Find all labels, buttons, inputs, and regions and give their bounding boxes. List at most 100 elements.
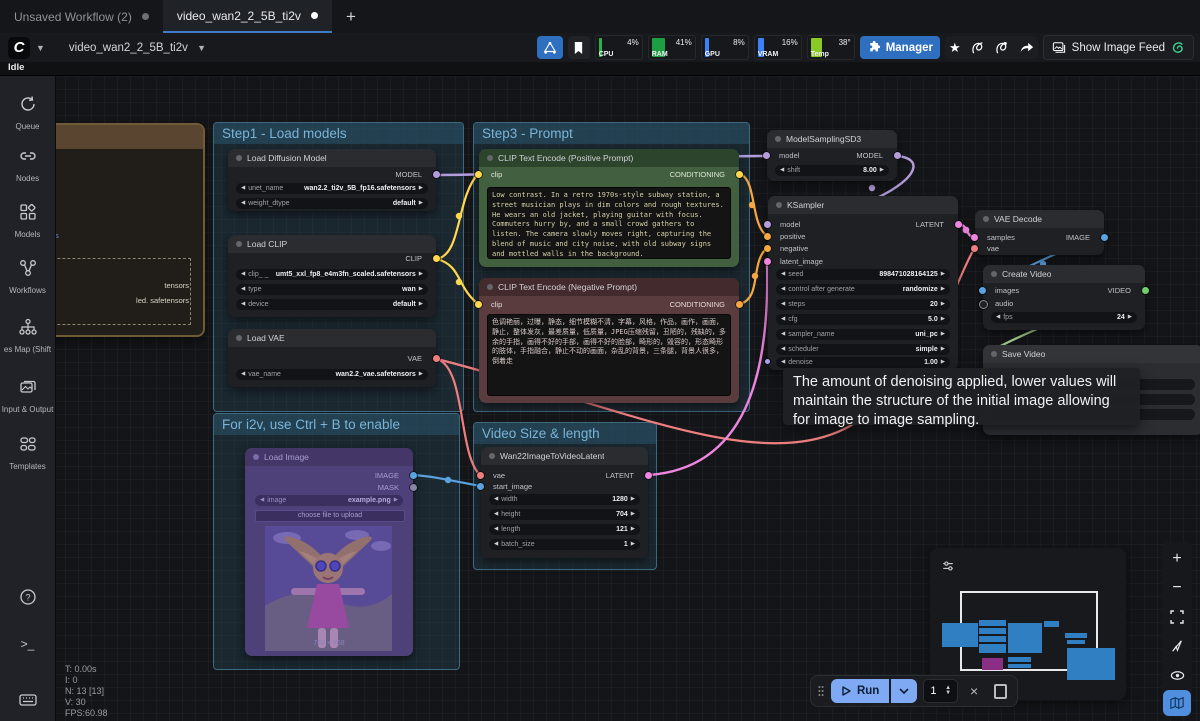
socket-clip-in[interactable]: [475, 301, 482, 308]
arrow-right-icon[interactable]: ▶: [941, 272, 945, 278]
sidebar-item-templates[interactable]: Templates: [0, 434, 55, 471]
socket-image-out[interactable]: [410, 472, 417, 479]
show-image-feed-button[interactable]: Show Image Feed: [1043, 35, 1194, 60]
widget-seed[interactable]: ◀ seed 898471028164125 ▶: [776, 269, 950, 280]
socket-model-in[interactable]: [764, 221, 771, 228]
widget-scheduler[interactable]: ◀ scheduler simple ▶: [776, 344, 950, 355]
widget-cfg[interactable]: ◀ cfg 5.0 ▶: [776, 314, 950, 325]
socket-audio-in[interactable]: [979, 300, 988, 309]
arrow-left-icon[interactable]: ◀: [781, 317, 785, 323]
arrow-right-icon[interactable]: ▶: [941, 360, 945, 366]
positive-prompt-textarea[interactable]: Low contrast. In a retro 1970s-style sub…: [487, 187, 731, 259]
image-preview[interactable]: [265, 526, 392, 651]
arrow-left-icon[interactable]: ◀: [241, 201, 245, 207]
arrow-right-icon[interactable]: ▶: [880, 168, 884, 174]
lasso-icon[interactable]: [971, 40, 985, 55]
arrow-right-icon[interactable]: ▶: [941, 332, 945, 338]
arrow-right-icon[interactable]: ▶: [419, 186, 423, 192]
arrow-left-icon[interactable]: ◀: [996, 315, 1000, 321]
socket-vae-in[interactable]: [477, 472, 484, 479]
sidebar-item-input-output[interactable]: Input & Output: [0, 377, 55, 414]
node-clip-text-encode-negative[interactable]: CLIP Text Encode (Negative Prompt) clip …: [479, 278, 739, 403]
comfyui-logo[interactable]: C: [8, 37, 30, 59]
run-button[interactable]: Run: [831, 679, 889, 703]
widget-batch-size[interactable]: ◀ batch_size 1 ▶: [489, 539, 640, 550]
widget-sampler-name[interactable]: ◀ sampler_name uni_pc ▶: [776, 329, 950, 340]
arrow-right-icon[interactable]: ▶: [419, 302, 423, 308]
node-collapse-dot[interactable]: [236, 335, 242, 341]
bookmark-button[interactable]: [568, 36, 590, 59]
node-collapse-dot[interactable]: [236, 155, 242, 161]
arrow-left-icon[interactable]: ◀: [781, 287, 785, 293]
arrow-right-icon[interactable]: ▶: [941, 317, 945, 323]
socket-model-out[interactable]: [894, 152, 901, 159]
node-wan22-image-to-video-latent[interactable]: Wan22ImageToVideoLatent vae start_image …: [481, 447, 648, 558]
arrow-left-icon[interactable]: ◀: [241, 302, 245, 308]
node-load-diffusion-model[interactable]: Load Diffusion Model MODEL ◀ unet_name w…: [228, 149, 436, 211]
node-collapse-dot[interactable]: [236, 241, 242, 247]
arrow-left-icon[interactable]: ◀: [494, 497, 498, 503]
arrow-left-icon[interactable]: ◀: [241, 372, 245, 378]
tab-unsaved-workflow[interactable]: Unsaved Workflow (2): [0, 0, 163, 33]
socket-start-image-in[interactable]: [477, 483, 484, 490]
widget-length[interactable]: ◀ length 121 ▶: [489, 524, 640, 535]
batch-count-input[interactable]: 1 ▲▼: [923, 679, 958, 703]
arrow-right-icon[interactable]: ▶: [419, 201, 423, 207]
node-collapse-dot[interactable]: [253, 454, 259, 460]
upload-button[interactable]: choose file to upload: [255, 510, 405, 522]
shortcuts-button[interactable]: [0, 690, 55, 715]
sidebar-item-models[interactable]: Models: [0, 202, 55, 239]
sidebar-item-nodes[interactable]: Nodes: [0, 146, 55, 183]
zoom-out-button[interactable]: −: [1163, 575, 1191, 601]
arrow-left-icon[interactable]: ◀: [241, 272, 245, 278]
arrow-left-icon[interactable]: ◀: [780, 168, 784, 174]
widget-device[interactable]: ◀ device default ▶: [236, 299, 428, 310]
socket-images-in[interactable]: [979, 287, 986, 294]
node-load-vae[interactable]: Load VAE VAE ◀ vae_name wan2.2_vae.safet…: [228, 329, 436, 387]
arrow-right-icon[interactable]: ▶: [631, 497, 635, 503]
node-collapse-dot[interactable]: [489, 453, 495, 459]
socket-model-out[interactable]: [433, 171, 440, 178]
unsaved-indicator-dot[interactable]: [311, 12, 318, 19]
arrow-left-icon[interactable]: ◀: [494, 527, 498, 533]
arrow-right-icon[interactable]: ▶: [631, 512, 635, 518]
socket-positive-in[interactable]: [764, 233, 771, 240]
tab-video-wan[interactable]: video_wan2_2_5B_ti2v: [163, 0, 332, 33]
socket-model-in[interactable]: [763, 152, 770, 159]
arrow-left-icon[interactable]: ◀: [494, 542, 498, 548]
socket-vae-in[interactable]: [971, 245, 978, 252]
chevron-down-icon[interactable]: ▼: [36, 43, 45, 53]
arrow-right-icon[interactable]: ▶: [419, 287, 423, 293]
node-load-image-bypassed[interactable]: Load Image IMAGE MASK ◀ image example.pn…: [245, 448, 413, 656]
arrow-left-icon[interactable]: ◀: [241, 287, 245, 293]
minimap-settings-icon[interactable]: [940, 558, 956, 574]
workflow-name[interactable]: video_wan2_2_5B_ti2v ▼: [69, 42, 212, 54]
group-video-size-title[interactable]: Video Size & length: [474, 423, 656, 444]
arrow-left-icon[interactable]: ◀: [781, 347, 785, 353]
arrow-right-icon[interactable]: ▶: [941, 287, 945, 293]
arrow-right-icon[interactable]: ▶: [419, 272, 423, 278]
socket-samples-in[interactable]: [971, 234, 978, 241]
socket-latent-out[interactable]: [955, 221, 962, 228]
arrow-right-icon[interactable]: ▶: [394, 498, 398, 504]
node-collapse-dot[interactable]: [776, 202, 782, 208]
socket-denoise-in[interactable]: [765, 359, 770, 364]
socket-latent-image-in[interactable]: [764, 258, 771, 265]
group-step1-title[interactable]: Step1 - Load models: [214, 123, 463, 144]
widget-vae-name[interactable]: ◀ vae_name wan2.2_vae.safetensors ▶: [236, 369, 428, 380]
socket-video-out[interactable]: [1142, 287, 1149, 294]
widget-weight-dtype[interactable]: ◀ weight_dtype default ▶: [236, 198, 428, 209]
arrow-right-icon[interactable]: ▶: [419, 372, 423, 378]
node-clip-text-encode-positive[interactable]: CLIP Text Encode (Positive Prompt) clip …: [479, 149, 739, 267]
arrow-left-icon[interactable]: ◀: [781, 360, 785, 366]
share-icon[interactable]: [1019, 41, 1034, 54]
widget-fps[interactable]: ◀ fps 24 ▶: [991, 312, 1137, 323]
run-options-button[interactable]: [891, 679, 917, 703]
stop-button[interactable]: [994, 684, 1007, 699]
socket-clip-in[interactable]: [475, 171, 482, 178]
arrow-right-icon[interactable]: ▶: [941, 302, 945, 308]
widget-unet-name[interactable]: ◀ unet_name wan2.2_ti2v_5B_fp16.safetens…: [236, 183, 428, 194]
node-collapse-dot[interactable]: [991, 271, 997, 277]
lasso-arrow-icon[interactable]: [995, 40, 1009, 55]
socket-clip-out[interactable]: [433, 255, 440, 262]
